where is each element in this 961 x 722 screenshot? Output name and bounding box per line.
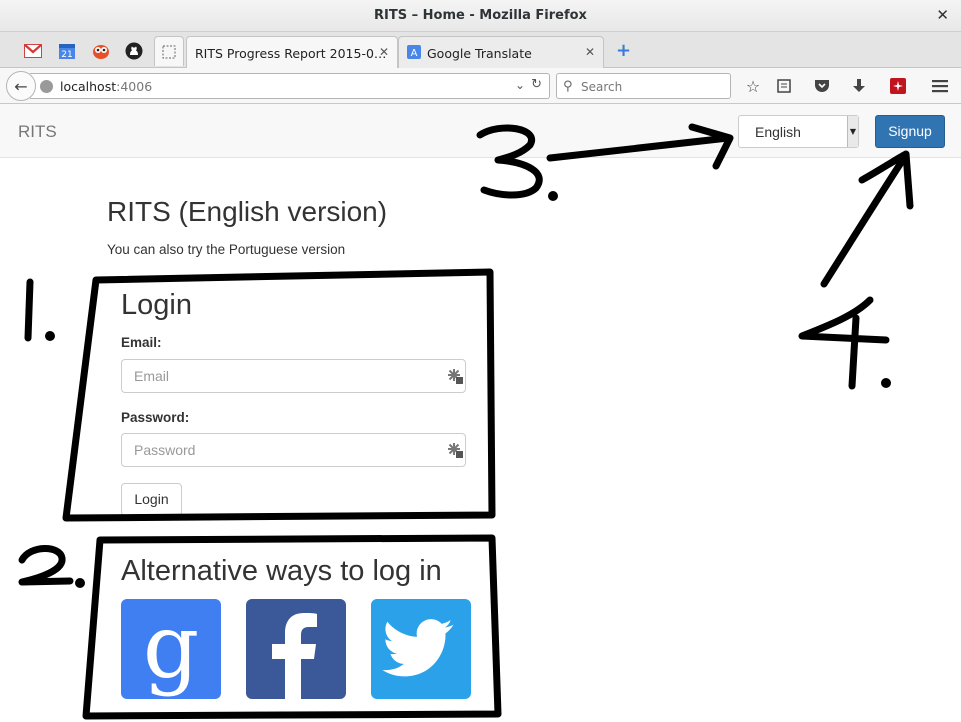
dropdown-arrow-icon: ▼	[847, 116, 858, 147]
globe-icon	[40, 80, 53, 93]
menu-hamburger-icon[interactable]	[928, 74, 952, 98]
reload-icon[interactable]: ↻	[531, 77, 542, 92]
facebook-icon	[272, 613, 317, 699]
window-title: RITS – Home - Mozilla Firefox	[374, 8, 587, 23]
extension-icon[interactable]	[886, 74, 910, 98]
annotation-number-2: 2.	[30, 564, 32, 566]
svg-text:g: g	[143, 599, 199, 698]
password-label: Password:	[121, 410, 190, 425]
page-title: RITS (English version)	[107, 196, 388, 227]
url-history-dropdown-icon[interactable]: ⌄	[515, 78, 525, 92]
annotation-number-3: 3.	[490, 159, 492, 161]
url-bar[interactable]: localhost:4006 ⌄ ↻	[30, 73, 550, 99]
password-manager-icon[interactable]	[447, 368, 463, 384]
login-heading: Login	[121, 289, 192, 321]
new-tab-button[interactable]: +	[616, 40, 631, 61]
search-placeholder: Search	[581, 80, 623, 94]
search-icon: ⚲	[563, 79, 573, 94]
bookmark-star-icon[interactable]: ☆	[741, 74, 765, 98]
pinned-tab-owl[interactable]	[86, 38, 116, 64]
pinned-tab-github[interactable]	[119, 38, 149, 64]
pinned-tab-gmail[interactable]	[18, 38, 48, 64]
language-value: English	[755, 124, 801, 140]
github-icon	[125, 42, 143, 60]
google-login-button[interactable]: g	[121, 599, 221, 699]
email-label: Email:	[121, 335, 162, 350]
brand-link[interactable]: RITS	[18, 122, 57, 142]
annotation-digit-2-shape	[18, 545, 74, 586]
tab-strip: 21 RITS Progress Report 2015-0… ✕ A Goog…	[0, 32, 961, 68]
annotation-digit-4-shape	[798, 296, 890, 390]
translate-icon: A	[407, 45, 421, 59]
facebook-login-button[interactable]	[246, 599, 346, 699]
owl-icon	[93, 45, 109, 59]
email-placeholder: Email	[134, 368, 170, 384]
download-icon[interactable]	[847, 74, 871, 98]
annotation-dot-3	[548, 191, 558, 201]
password-placeholder: Password	[134, 442, 196, 458]
email-field[interactable]: Email	[121, 359, 466, 393]
window-titlebar: RITS – Home - Mozilla Firefox ✕	[0, 0, 961, 32]
calendar-icon: 21	[59, 44, 75, 60]
tab-label: RITS Progress Report 2015-0…	[195, 46, 387, 61]
nav-toolbar: localhost:4006 ⌄ ↻ ← ⚲ Search ☆	[0, 68, 961, 104]
search-bar[interactable]: ⚲ Search	[556, 73, 731, 99]
annotation-dot-4	[881, 378, 891, 388]
tab-rits-progress-report[interactable]: RITS Progress Report 2015-0… ✕	[186, 36, 398, 68]
twitter-login-button[interactable]	[371, 599, 471, 699]
annotation-arrow-4-head	[858, 150, 914, 210]
annotation-dot-2	[75, 578, 85, 588]
annotation-digit-1-shape	[24, 278, 34, 342]
alt-login-heading: Alternative ways to log in	[121, 555, 442, 587]
tab-close-button[interactable]: ✕	[379, 45, 389, 59]
pocket-icon[interactable]	[810, 74, 834, 98]
signup-button[interactable]: Signup	[875, 115, 945, 148]
svg-text:A: A	[411, 48, 418, 59]
back-button[interactable]: ←	[6, 71, 36, 101]
tab-close-button[interactable]: ✕	[585, 45, 595, 59]
tab-google-translate[interactable]: A Google Translate ✕	[398, 36, 604, 68]
annotation-dot-1	[45, 331, 55, 341]
pinned-tab-calendar[interactable]: 21	[52, 38, 82, 64]
annotation-number-1: 1.	[30, 309, 32, 311]
annotation-number-4: 4.	[840, 339, 842, 341]
app-navbar: RITS English ▼ Signup	[0, 104, 961, 158]
window-close-button[interactable]: ✕	[936, 6, 949, 24]
alt-version-link[interactable]: You can also try the Portuguese version	[107, 242, 345, 257]
url-text: localhost:4006	[60, 79, 153, 94]
google-icon: g	[143, 599, 199, 698]
calendar-day: 21	[61, 50, 72, 60]
twitter-icon	[382, 619, 454, 677]
password-manager-icon[interactable]	[447, 442, 463, 458]
language-select[interactable]: English ▼	[738, 115, 859, 148]
bookmarks-list-icon[interactable]	[772, 74, 796, 98]
gmail-icon	[24, 44, 42, 58]
back-arrow-icon: ←	[14, 76, 28, 96]
password-field[interactable]: Password	[121, 433, 466, 467]
pinned-tab-blank[interactable]	[154, 36, 184, 66]
tab-label: Google Translate	[427, 46, 532, 61]
blank-tab-icon	[162, 45, 176, 58]
login-button[interactable]: Login	[121, 483, 182, 516]
annotation-arrow-4-shaft	[820, 154, 908, 288]
